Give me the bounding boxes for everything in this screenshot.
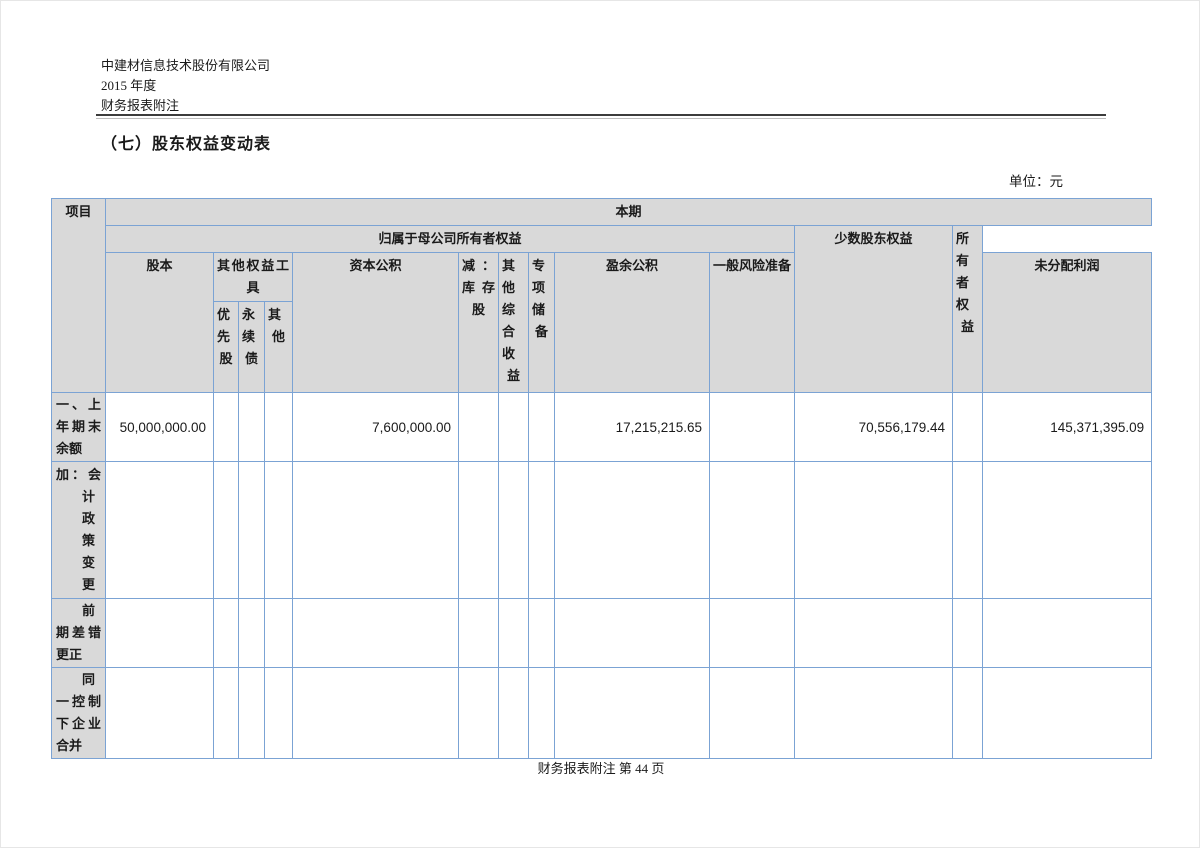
value-cell <box>529 599 555 668</box>
value-cell <box>239 668 265 759</box>
column-header-less-treasury-shares: 减：库存股 <box>459 253 499 393</box>
column-header-preferred-shares: 优先股 <box>214 302 239 393</box>
value-cell <box>239 599 265 668</box>
value-cell <box>710 393 795 462</box>
value-cell <box>265 462 293 599</box>
column-header-retained-profit: 未分配利润 <box>983 253 1152 393</box>
column-header-minority-interest: 少数股东权益 <box>795 226 953 393</box>
column-header-period-group: 本期 <box>106 199 1152 226</box>
header-row-group: 归属于母公司所有者权益 少数股东权益 所有者权益 <box>52 226 1152 253</box>
value-cell <box>795 599 953 668</box>
value-cell <box>795 668 953 759</box>
row-label: 同一控制下企业合并 <box>56 669 101 757</box>
column-header-other: 其他 <box>265 302 293 393</box>
document-page: 中建材信息技术股份有限公司 2015 年度 财务报表附注 （七）股东权益变动表 … <box>0 0 1200 848</box>
header-divider <box>96 114 1106 119</box>
unit-label: 单位：元 <box>1009 170 1063 190</box>
value-cell <box>529 462 555 599</box>
value-cell <box>265 668 293 759</box>
value-cell <box>106 668 214 759</box>
value-cell <box>953 599 983 668</box>
value-cell: 7,600,000.00 <box>293 393 459 462</box>
column-header-parent-group: 归属于母公司所有者权益 <box>106 226 795 253</box>
value-cell <box>953 462 983 599</box>
value-cell <box>953 393 983 462</box>
value-cell <box>239 462 265 599</box>
column-header-capital-reserve: 资本公积 <box>293 253 459 393</box>
value-cell <box>293 462 459 599</box>
value-cell <box>983 668 1152 759</box>
column-header-perpetual-bonds: 永续债 <box>239 302 265 393</box>
row-label-cell: 同一控制下企业合并 <box>52 668 106 759</box>
value-cell <box>459 462 499 599</box>
value-cell <box>106 462 214 599</box>
row-label: 加：会计政策变更 <box>56 464 101 596</box>
value-cell <box>529 668 555 759</box>
value-cell <box>214 668 239 759</box>
value-cell <box>983 599 1152 668</box>
value-cell <box>983 462 1152 599</box>
value-cell <box>555 668 710 759</box>
column-header-total-owners-equity: 所有者权益 <box>953 226 983 393</box>
company-name: 中建材信息技术股份有限公司 <box>101 56 270 76</box>
value-cell <box>214 462 239 599</box>
document-name: 财务报表附注 <box>101 96 270 116</box>
value-cell: 145,371,395.09 <box>983 393 1152 462</box>
row-label-cell: 前期差错更正 <box>52 599 106 668</box>
value-cell <box>293 668 459 759</box>
table-body: 一、上年期末余额50,000,000.00 7,600,000.00 17,215,… <box>52 393 1152 759</box>
equity-change-table: 项目 本期 归属于母公司所有者权益 少数股东权益 所有者权益 股本 其他权益工具… <box>51 198 1152 759</box>
column-header-other-equity-instruments: 其他权益工具 <box>214 253 293 302</box>
column-header-surplus-reserve: 盈余公积 <box>555 253 710 393</box>
table-row: 同一控制下企业合并 <box>52 668 1152 759</box>
header-row-period: 项目 本期 <box>52 199 1152 226</box>
value-cell <box>499 668 529 759</box>
value-cell <box>293 599 459 668</box>
value-cell <box>795 462 953 599</box>
value-cell <box>555 599 710 668</box>
column-header-item: 项目 <box>52 199 106 393</box>
value-cell <box>529 393 555 462</box>
value-cell <box>214 393 239 462</box>
value-cell <box>239 393 265 462</box>
row-label-cell: 一、上年期末余额 <box>52 393 106 462</box>
section-title: （七）股东权益变动表 <box>101 130 271 154</box>
table-row: 前期差错更正 <box>52 599 1152 668</box>
value-cell <box>459 393 499 462</box>
value-cell <box>953 668 983 759</box>
value-cell: 70,556,179.44 <box>795 393 953 462</box>
value-cell <box>499 393 529 462</box>
value-cell <box>499 462 529 599</box>
column-header-other-comprehensive-income: 其他综合收益 <box>499 253 529 393</box>
row-label: 一、上年期末余额 <box>56 394 101 460</box>
value-cell <box>555 462 710 599</box>
value-cell <box>710 668 795 759</box>
value-cell <box>265 599 293 668</box>
document-header: 中建材信息技术股份有限公司 2015 年度 财务报表附注 <box>101 56 270 116</box>
value-cell: 17,215,215.65 <box>555 393 710 462</box>
report-period: 2015 年度 <box>101 76 270 96</box>
column-header-share-capital: 股本 <box>106 253 214 393</box>
value-cell <box>459 668 499 759</box>
column-header-general-risk-reserve: 一般风险准备 <box>710 253 795 393</box>
page-footer: 财务报表附注 第 44 页 <box>1 758 1200 777</box>
table-row: 加：会计政策变更 <box>52 462 1152 599</box>
value-cell <box>265 393 293 462</box>
value-cell <box>459 599 499 668</box>
header-row-columns: 股本 其他权益工具 资本公积 减：库存股 其他综合收益 专项储备 盈余公积 一般… <box>52 253 1152 302</box>
value-cell: 50,000,000.00 <box>106 393 214 462</box>
value-cell <box>106 599 214 668</box>
row-label: 前期差错更正 <box>56 600 101 666</box>
value-cell <box>214 599 239 668</box>
value-cell <box>499 599 529 668</box>
value-cell <box>710 462 795 599</box>
row-label-cell: 加：会计政策变更 <box>52 462 106 599</box>
column-header-special-reserve: 专项储备 <box>529 253 555 393</box>
table-row: 一、上年期末余额50,000,000.00 7,600,000.00 17,215,… <box>52 393 1152 462</box>
value-cell <box>710 599 795 668</box>
